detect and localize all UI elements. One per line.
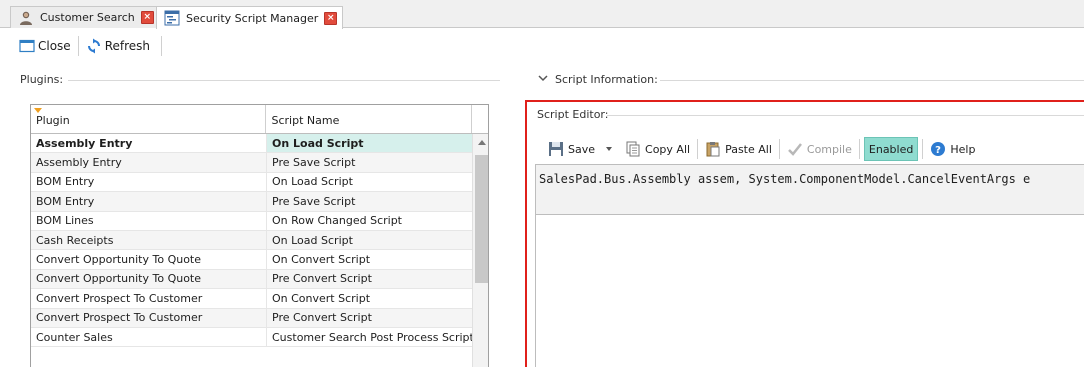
- paste-all-button[interactable]: Paste All: [702, 137, 775, 161]
- group-divider: [660, 80, 1084, 81]
- table-row[interactable]: Cash Receipts On Load Script: [31, 230, 488, 251]
- group-divider: [68, 80, 500, 81]
- table-row[interactable]: Convert Prospect To Customer On Convert S…: [31, 289, 488, 309]
- script-name-cell[interactable]: On Row Changed Script: [267, 212, 473, 230]
- help-button[interactable]: ? Help: [927, 137, 978, 161]
- script-name-cell[interactable]: On Load Script: [267, 231, 473, 249]
- tab-customer-search[interactable]: Customer Search ×: [10, 6, 160, 28]
- script-name-cell[interactable]: On Load Script: [267, 173, 473, 191]
- group-divider: [607, 115, 1084, 116]
- close-button[interactable]: Close: [16, 35, 74, 57]
- plugin-cell[interactable]: Assembly Entry: [31, 134, 267, 153]
- plugin-cell[interactable]: BOM Lines: [31, 211, 267, 230]
- plugin-cell[interactable]: BOM Entry: [31, 192, 267, 211]
- script-name-cell[interactable]: Pre Save Script: [267, 192, 473, 210]
- close-label: Close: [38, 39, 71, 53]
- help-icon: ?: [930, 141, 946, 157]
- script-name-cell[interactable]: On Load Script: [267, 134, 473, 153]
- checkmark-icon: [787, 141, 803, 157]
- grid-header: Plugin Script Name: [31, 105, 488, 134]
- toolbar-separator: [922, 139, 924, 159]
- user-icon: [18, 10, 34, 26]
- script-information-label: Script Information:: [555, 73, 658, 86]
- script-signature: SalesPad.Bus.Assembly assem, System.Comp…: [536, 165, 1084, 215]
- column-header-plugin[interactable]: Plugin: [31, 105, 267, 133]
- plugins-grid[interactable]: Plugin Script Name Assembly Entry On Load…: [30, 104, 489, 367]
- toolbar-separator: [778, 139, 780, 159]
- plugins-group-label: Plugins:: [20, 73, 64, 86]
- refresh-label: Refresh: [104, 39, 151, 53]
- toolbar-separator: [858, 139, 860, 159]
- plugin-cell[interactable]: Assembly Entry: [31, 153, 267, 172]
- save-button[interactable]: Save: [545, 137, 598, 161]
- copy-all-label: Copy All: [645, 142, 691, 156]
- paste-icon: [705, 141, 721, 157]
- table-row[interactable]: Convert Opportunity To Quote On Convert S…: [31, 250, 488, 270]
- copy-icon: [625, 141, 641, 157]
- table-row[interactable]: BOM Entry On Load Script: [31, 172, 488, 193]
- sort-indicator-icon: [34, 108, 42, 113]
- tab-label: Customer Search: [40, 11, 135, 24]
- table-row[interactable]: Counter Sales Customer Search Post Proces…: [31, 327, 488, 348]
- script-name-cell[interactable]: On Convert Script: [267, 289, 473, 307]
- plugin-cell[interactable]: Counter Sales: [31, 327, 267, 347]
- code-editor[interactable]: SalesPad.Bus.Assembly assem, System.Comp…: [535, 164, 1084, 367]
- table-row[interactable]: BOM Lines On Row Changed Script: [31, 211, 488, 231]
- help-label: Help: [950, 142, 976, 156]
- compile-button[interactable]: Compile: [784, 137, 855, 161]
- tab-label: Security Script Manager: [186, 11, 319, 25]
- copy-all-button[interactable]: Copy All: [622, 137, 693, 161]
- plugin-cell[interactable]: Convert Prospect To Customer: [31, 289, 267, 308]
- toolbar-separator: [77, 36, 79, 56]
- plugin-cell[interactable]: Convert Opportunity To Quote: [31, 250, 267, 269]
- column-header-script-name[interactable]: Script Name: [266, 105, 473, 133]
- close-tab-icon[interactable]: ×: [324, 11, 338, 25]
- table-row[interactable]: Assembly Entry Pre Save Script: [31, 153, 488, 173]
- script-information-header[interactable]: Script Information:: [538, 73, 658, 86]
- scroll-up-icon[interactable]: [478, 140, 486, 145]
- editor-toolbar: Save Copy All Paste All Compile Enabled …: [545, 136, 978, 162]
- close-tab-icon[interactable]: ×: [140, 11, 154, 24]
- svg-text:?: ?: [935, 145, 941, 156]
- table-row[interactable]: BOM Entry Pre Save Script: [31, 192, 488, 212]
- paste-all-label: Paste All: [725, 142, 772, 156]
- refresh-button[interactable]: Refresh: [83, 35, 153, 57]
- plugin-cell[interactable]: Convert Prospect To Customer: [31, 308, 267, 327]
- document-tab-bar: Customer Search × Security Script Manage…: [0, 0, 1084, 29]
- table-row[interactable]: Convert Prospect To Customer Pre Convert …: [31, 308, 488, 328]
- toolbar-separator: [697, 139, 699, 159]
- enabled-label: Enabled: [868, 142, 914, 156]
- refresh-icon: [86, 38, 102, 54]
- vertical-scrollbar[interactable]: [472, 134, 488, 367]
- script-name-cell[interactable]: Customer Search Post Process Script: [267, 328, 473, 346]
- column-header-spacer: [472, 105, 488, 133]
- main-toolbar: Close Refresh: [0, 29, 1084, 63]
- column-header-label: Script Name: [271, 114, 340, 127]
- chevron-down-icon: [538, 74, 548, 85]
- plugin-cell[interactable]: Cash Receipts: [31, 230, 267, 250]
- close-window-icon: [19, 38, 35, 54]
- script-name-cell[interactable]: Pre Convert Script: [267, 270, 473, 288]
- scrollbar-thumb[interactable]: [475, 155, 488, 283]
- toolbar-separator: [161, 36, 163, 56]
- grid-body: Assembly Entry On Load Script Assembly Ent…: [31, 134, 488, 348]
- save-label: Save: [568, 142, 596, 156]
- column-header-label: Plugin: [36, 114, 70, 127]
- script-editor-panel: Script Editor: Save Copy All Paste All C…: [525, 100, 1084, 367]
- tab-security-script-manager[interactable]: Security Script Manager ×: [156, 6, 344, 29]
- table-row[interactable]: Convert Opportunity To Quote Pre Convert …: [31, 269, 488, 290]
- script-name-cell[interactable]: Pre Save Script: [267, 153, 473, 171]
- script-name-cell[interactable]: Pre Convert Script: [267, 309, 473, 327]
- script-name-cell[interactable]: On Convert Script: [267, 250, 473, 268]
- enabled-toggle[interactable]: Enabled: [863, 137, 919, 161]
- script-icon: [164, 10, 180, 26]
- save-icon: [548, 141, 564, 157]
- table-row[interactable]: Assembly Entry On Load Script: [31, 134, 488, 154]
- compile-label: Compile: [806, 142, 852, 156]
- plugin-cell[interactable]: BOM Entry: [31, 172, 267, 192]
- save-dropdown-chevron-icon[interactable]: [606, 147, 613, 151]
- script-editor-label: Script Editor:: [537, 108, 609, 121]
- plugin-cell[interactable]: Convert Opportunity To Quote: [31, 269, 267, 289]
